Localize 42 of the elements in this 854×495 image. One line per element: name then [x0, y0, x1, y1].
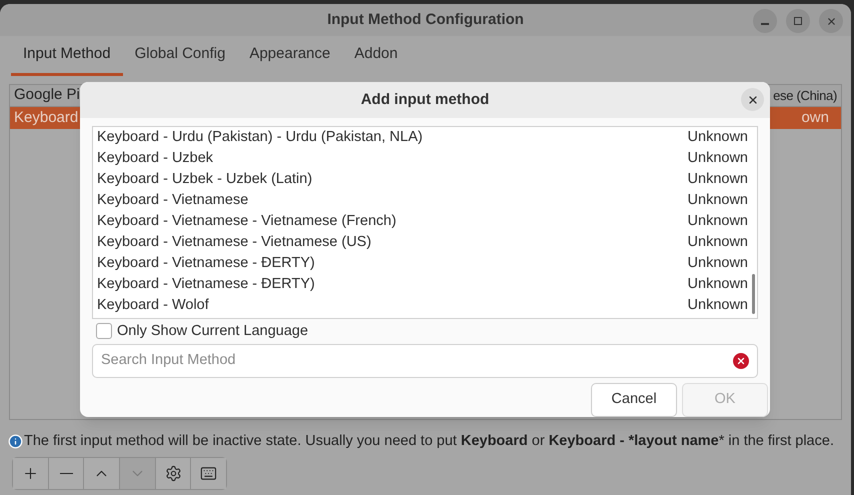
table-cell-text: own: [801, 108, 830, 128]
method-row[interactable]: Keyboard - Vietnamese Unknown: [93, 190, 752, 212]
column-header: Google Pi: [14, 85, 80, 106]
method-status: Unknown: [688, 233, 748, 252]
method-status: Unknown: [688, 275, 748, 294]
method-status: Unknown: [688, 296, 748, 316]
dialog-button[interactable]: Cancel: [591, 383, 677, 417]
tab[interactable]: Global Config: [122, 36, 238, 76]
table-cell-text: Keyboard: [14, 108, 78, 128]
method-name: Keyboard - Vietnamese - ĐERTY): [97, 275, 315, 294]
search-field[interactable]: Search Input Method: [92, 344, 758, 378]
method-name: Keyboard - Wolof: [97, 296, 209, 316]
method-status: Unknown: [688, 149, 748, 168]
method-name: Keyboard - Vietnamese - ĐERTY): [97, 254, 315, 274]
method-row[interactable]: Keyboard - Vietnamese - ĐERTY) Unknown: [93, 274, 752, 296]
checkbox-label: Only Show Current Language: [117, 322, 308, 341]
method-row[interactable]: Keyboard - Uzbek Unknown: [93, 148, 752, 170]
method-status: Unknown: [688, 191, 748, 210]
method-name: Keyboard - Vietnamese - Vietnamese (US): [97, 233, 372, 252]
info-text: The first input method will be inactive state. Usually you need to put Keyboard or Keyboard - *layout name* in the first place.: [24, 432, 834, 451]
method-status: Unknown: [688, 254, 748, 274]
method-status: Unknown: [688, 212, 748, 232]
tab[interactable]: Input Method: [11, 36, 123, 76]
method-status: Unknown: [688, 170, 748, 190]
method-name: Keyboard - Urdu (Pakistan) - Urdu (Pakistan, NLA): [97, 128, 423, 148]
column-header: ese (China): [773, 86, 837, 105]
method-row[interactable]: Keyboard - Vietnamese - Vietnamese (French) Unknown: [93, 212, 752, 233]
dialog-title: Add input method: [360, 90, 490, 110]
method-name: Keyboard - Uzbek - Uzbek (Latin): [97, 170, 312, 190]
method-row[interactable]: Keyboard - Uzbek - Uzbek (Latin) Unknown: [93, 170, 752, 191]
method-name: Keyboard - Uzbek: [97, 149, 214, 168]
method-name: Keyboard - Vietnamese: [97, 191, 248, 210]
window-title: Input Method Configuration: [327, 10, 524, 30]
method-row[interactable]: Keyboard - Vietnamese - ĐERTY) Unknown: [93, 254, 752, 275]
search-input[interactable]: Search Input Method: [101, 350, 733, 372]
method-row[interactable]: Keyboard - Wolof Unknown: [93, 296, 752, 317]
tab[interactable]: Appearance: [237, 36, 342, 76]
method-name: Keyboard - Vietnamese - Vietnamese (French): [97, 212, 396, 232]
method-row[interactable]: Keyboard - Vietnamese - Vietnamese (US) Unknown: [93, 232, 752, 254]
method-status: Unknown: [688, 128, 748, 148]
tab[interactable]: Addon: [342, 36, 410, 76]
method-row[interactable]: Keyboard - Urdu (Pakistan) - Urdu (Pakistan, NLA) Unknown: [93, 128, 752, 149]
